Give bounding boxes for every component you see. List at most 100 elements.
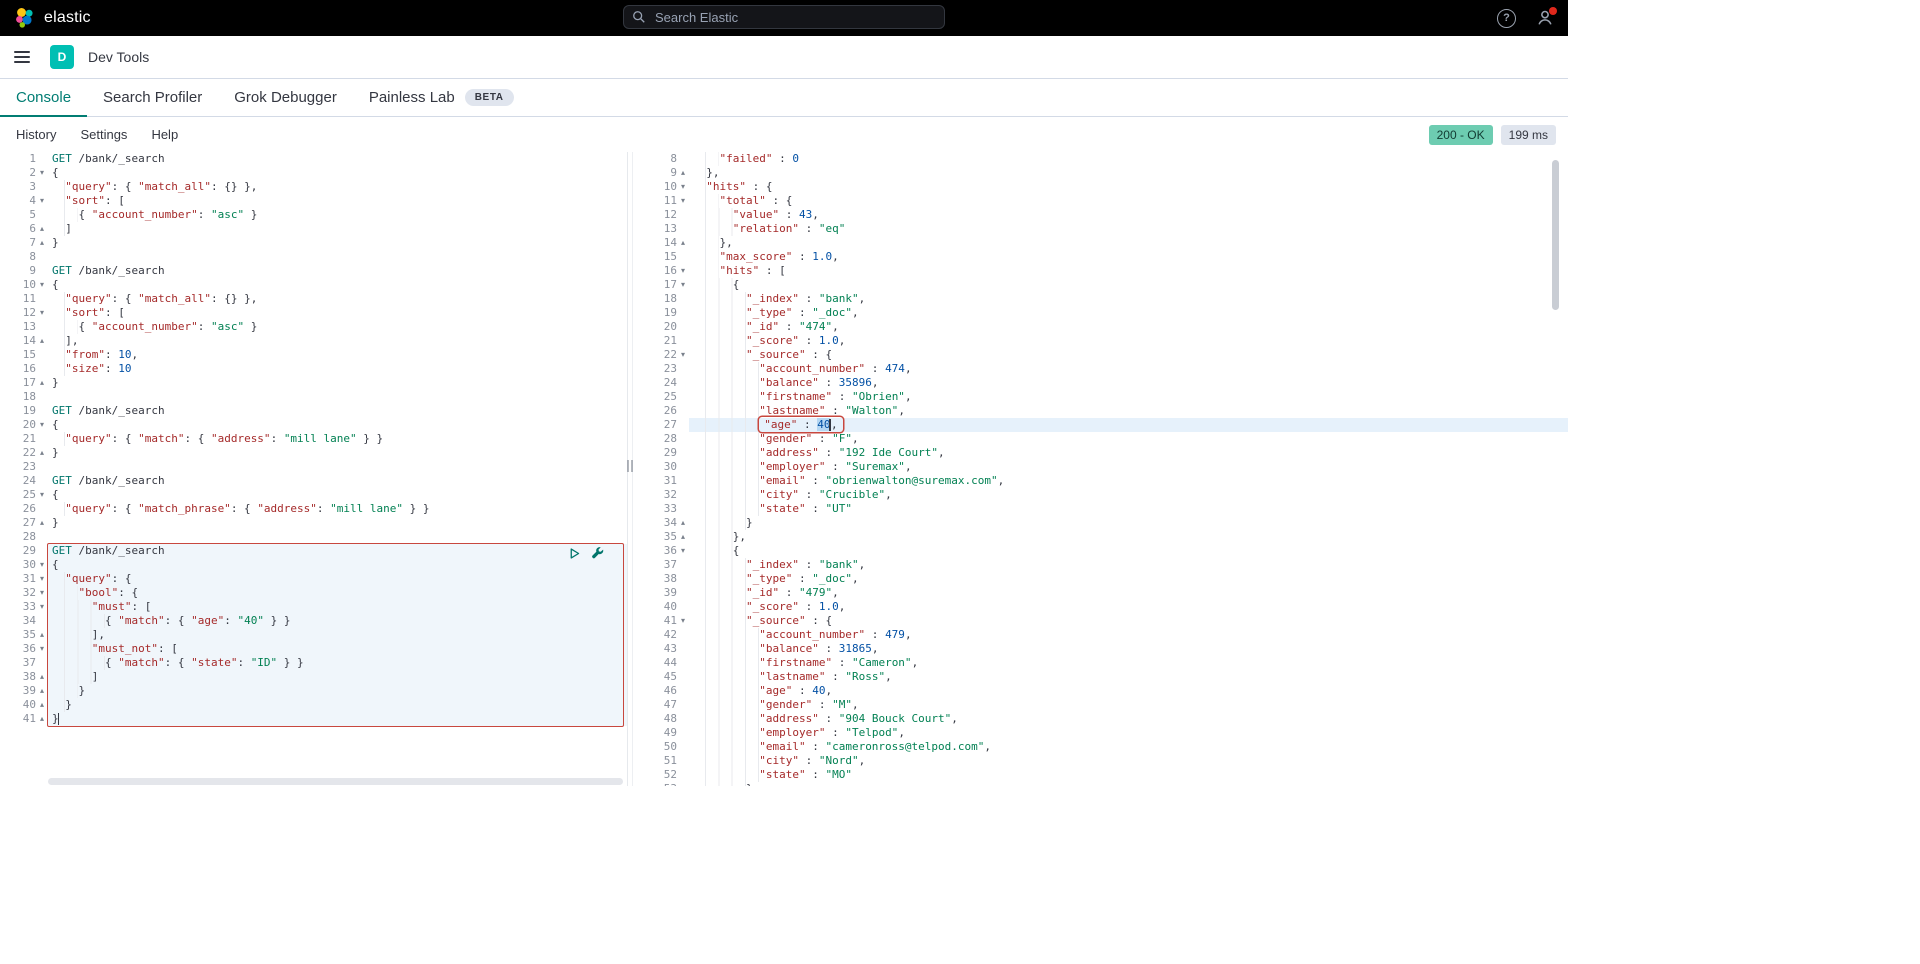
fold-toggle-icon[interactable]: ▾: [677, 180, 689, 194]
gutter-cell: 30: [633, 460, 689, 474]
code-text: {: [689, 278, 1568, 292]
code-token: "age": [191, 614, 224, 627]
horizontal-scrollbar[interactable]: [48, 778, 623, 785]
tab-console[interactable]: Console: [0, 79, 87, 116]
code-token: "email": [759, 474, 805, 487]
fold-toggle-icon[interactable]: ▾: [36, 488, 48, 502]
code-text: "age" : 40,: [689, 684, 1568, 698]
gutter-cell: 11: [0, 292, 48, 306]
code-text: [48, 530, 627, 544]
gutter-cell: 46: [633, 684, 689, 698]
fold-toggle-icon[interactable]: ▾: [36, 572, 48, 586]
fold-toggle-icon[interactable]: ▴: [36, 376, 48, 390]
line-number: 15: [23, 348, 36, 362]
request-options-wrench-icon[interactable]: [591, 546, 605, 560]
code-token: ,: [898, 404, 905, 417]
fold-toggle-icon[interactable]: ▴: [36, 698, 48, 712]
fold-toggle-icon[interactable]: ▾: [36, 642, 48, 656]
indent-guides: [693, 152, 719, 166]
code-token: {: [105, 614, 118, 627]
code-text: "address" : "904 Bouck Court",: [689, 712, 1568, 726]
user-menu-icon[interactable]: [1536, 9, 1554, 27]
code-token: "match_all": [138, 180, 211, 193]
send-request-button[interactable]: [568, 547, 581, 560]
gutter-cell: 29: [0, 544, 48, 558]
code-token: /bank/_search: [72, 264, 165, 277]
tab-painless-lab[interactable]: Painless LabBETA: [353, 79, 530, 116]
fold-toggle-icon[interactable]: ▾: [677, 264, 689, 278]
fold-toggle-icon[interactable]: ▴: [677, 530, 689, 544]
gutter-cell: 17▴: [0, 376, 48, 390]
tab-label: Search Profiler: [103, 89, 202, 106]
fold-toggle-icon[interactable]: ▾: [36, 194, 48, 208]
fold-toggle-icon[interactable]: ▴: [36, 236, 48, 250]
fold-toggle-icon[interactable]: ▾: [677, 614, 689, 628]
code-line: 30▾{: [0, 558, 627, 572]
fold-toggle-icon[interactable]: ▾: [36, 278, 48, 292]
code-text: "state" : "UT": [689, 502, 1568, 516]
menu-icon[interactable]: [12, 46, 32, 68]
line-number: 20: [23, 418, 36, 432]
space-avatar[interactable]: D: [50, 45, 74, 69]
code-text: {: [48, 166, 627, 180]
fold-toggle-icon[interactable]: ▴: [36, 684, 48, 698]
code-line: 47"gender" : "M",: [633, 698, 1568, 712]
code-line: 29"address" : "192 Ide Court",: [633, 446, 1568, 460]
fold-toggle-icon[interactable]: ▴: [677, 236, 689, 250]
code-line: 30"employer" : "Suremax",: [633, 460, 1568, 474]
global-search[interactable]: [623, 5, 945, 29]
fold-toggle-icon[interactable]: ▴: [36, 334, 48, 348]
elastic-logo[interactable]: elastic: [14, 7, 91, 29]
toolbar-settings[interactable]: Settings: [80, 127, 127, 142]
vertical-scrollbar-thumb[interactable]: [1552, 160, 1559, 310]
toolbar-help[interactable]: Help: [151, 127, 178, 142]
fold-toggle-icon[interactable]: ▾: [677, 348, 689, 362]
code-token: },: [719, 236, 732, 249]
code-token: "must": [92, 600, 132, 613]
fold-toggle-icon[interactable]: ▴: [677, 166, 689, 180]
code-token: "_id": [746, 586, 779, 599]
code-token: : {: [112, 572, 132, 585]
tab-search-profiler[interactable]: Search Profiler: [87, 79, 218, 116]
fold-toggle-icon[interactable]: ▴: [677, 782, 689, 786]
tab-grok-debugger[interactable]: Grok Debugger: [218, 79, 353, 116]
code-token: }: [52, 236, 59, 249]
fold-toggle-icon[interactable]: ▾: [36, 166, 48, 180]
code-token: "age": [764, 418, 797, 431]
fold-toggle-icon[interactable]: ▾: [677, 544, 689, 558]
fold-toggle-icon[interactable]: ▴: [36, 712, 48, 726]
response-viewer[interactable]: 8"failed" : 09▴},10▾"hits" : {11▾"total"…: [633, 152, 1568, 786]
code-text: "value" : 43,: [689, 208, 1568, 222]
fold-toggle-icon[interactable]: ▾: [36, 558, 48, 572]
toolbar-history[interactable]: History: [16, 127, 56, 142]
fold-toggle-icon[interactable]: ▾: [677, 194, 689, 208]
gutter-cell: 19: [0, 404, 48, 418]
tab-label: Painless Lab: [369, 89, 455, 106]
code-line: 37"_index" : "bank",: [633, 558, 1568, 572]
indent-guides: [52, 194, 65, 208]
gutter-cell: 20: [633, 320, 689, 334]
fold-toggle-icon[interactable]: ▾: [36, 600, 48, 614]
fold-toggle-icon[interactable]: ▴: [36, 222, 48, 236]
code-text: [48, 390, 627, 404]
code-line: 24"balance" : 35896,: [633, 376, 1568, 390]
request-editor[interactable]: 1GET /bank/_search2▾{3"query": { "match_…: [0, 152, 627, 786]
fold-toggle-icon[interactable]: ▾: [36, 586, 48, 600]
help-icon[interactable]: ?: [1497, 9, 1516, 28]
fold-toggle-icon[interactable]: ▾: [36, 418, 48, 432]
code-line: 11▾"total" : {: [633, 194, 1568, 208]
fold-toggle-icon[interactable]: ▾: [36, 306, 48, 320]
fold-toggle-icon[interactable]: ▾: [677, 278, 689, 292]
code-text: {: [48, 558, 627, 572]
fold-toggle-icon[interactable]: ▴: [36, 516, 48, 530]
fold-toggle-icon[interactable]: ▴: [36, 446, 48, 460]
search-input[interactable]: [653, 9, 936, 26]
fold-toggle-icon[interactable]: ▴: [36, 670, 48, 684]
fold-toggle-icon[interactable]: ▴: [677, 516, 689, 530]
code-text: "query": {: [48, 572, 627, 586]
devtools-tabs: ConsoleSearch ProfilerGrok DebuggerPainl…: [0, 79, 1568, 117]
code-token: ],: [65, 334, 78, 347]
code-line: 13{ "account_number": "asc" }: [0, 320, 627, 334]
indent-guides: [52, 222, 65, 236]
fold-toggle-icon[interactable]: ▴: [36, 628, 48, 642]
